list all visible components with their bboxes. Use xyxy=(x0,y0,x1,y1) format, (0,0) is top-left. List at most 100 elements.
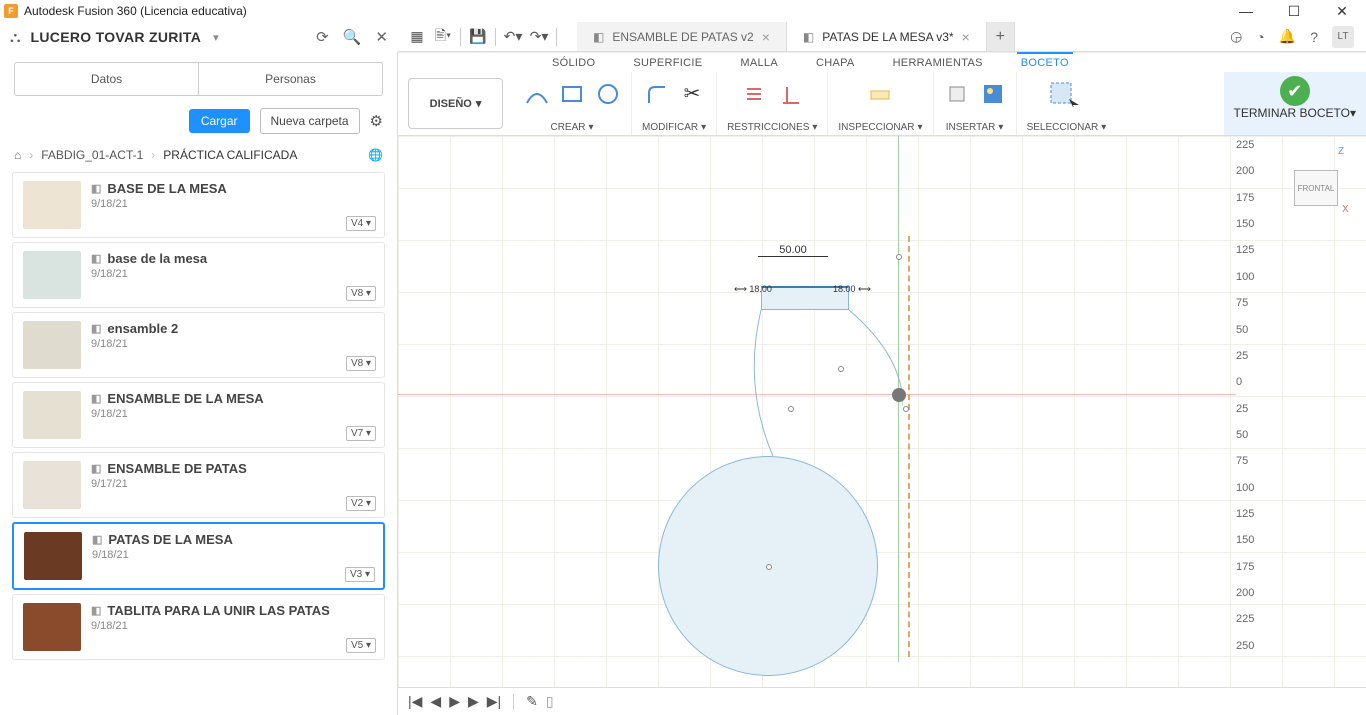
panel-close-icon[interactable]: ✕ xyxy=(375,28,388,46)
selection-tool-icon[interactable] xyxy=(1049,81,1083,107)
dimension-vertical-right[interactable]: 18.00 ⟷ xyxy=(833,284,871,295)
ribbon-tab-mesh[interactable]: MALLA xyxy=(736,54,782,72)
ruler-tick: 250 xyxy=(1236,640,1268,652)
ribbon-tab-sketch[interactable]: BOCETO xyxy=(1017,52,1073,72)
settings-icon[interactable]: ⚙ xyxy=(370,112,383,130)
new-folder-button[interactable]: Nueva carpeta xyxy=(260,108,360,134)
version-badge[interactable]: V7 ▾ xyxy=(346,426,376,441)
timeline-end-icon[interactable]: ▶| xyxy=(487,693,501,710)
horizontal-constraint-icon[interactable] xyxy=(741,81,767,107)
window-titlebar: F Autodesk Fusion 360 (Licencia educativ… xyxy=(0,0,1366,22)
minimize-button[interactable]: — xyxy=(1234,3,1258,20)
ruler-tick: 50 xyxy=(1236,324,1268,336)
grid-menu-icon[interactable]: ▦ xyxy=(406,26,428,48)
timeline-play-icon[interactable]: ▶ xyxy=(449,693,460,710)
group-create-label[interactable]: CREAR▾ xyxy=(550,122,593,133)
tab-people[interactable]: Personas xyxy=(199,63,382,95)
version-badge[interactable]: V2 ▾ xyxy=(346,496,376,511)
home-icon[interactable]: ⌂ xyxy=(14,148,21,162)
refresh-icon[interactable]: ⟳ xyxy=(316,28,329,46)
sketch-point[interactable] xyxy=(896,254,902,260)
sketch-point[interactable] xyxy=(903,406,909,412)
version-badge[interactable]: V8 ▾ xyxy=(346,286,376,301)
ribbon-tab-sheet[interactable]: CHAPA xyxy=(812,54,859,72)
dimension-vertical-left[interactable]: ⟷ 18.00 xyxy=(734,284,772,295)
sketch-point[interactable] xyxy=(766,564,772,570)
line-tool-icon[interactable] xyxy=(523,81,549,107)
fillet-tool-icon[interactable] xyxy=(643,81,669,107)
document-tab-active[interactable]: ◧ PATAS DE LA MESA v3* × xyxy=(787,22,987,51)
file-item[interactable]: ◧PATAS DE LA MESA 9/18/21 V3 ▾ xyxy=(12,522,385,590)
new-tab-button[interactable]: + xyxy=(987,22,1015,51)
timeline-feature-sketch-icon[interactable]: ✎ xyxy=(526,693,538,710)
version-badge[interactable]: V3 ▾ xyxy=(345,567,375,582)
perpendicular-constraint-icon[interactable] xyxy=(777,81,803,107)
ruler-tick: 75 xyxy=(1236,297,1268,309)
file-item[interactable]: ◧TABLITA PARA LA UNIR LAS PATAS 9/18/21 … xyxy=(12,594,385,660)
file-date: 9/18/21 xyxy=(91,268,374,280)
team-icon[interactable]: ⛬ xyxy=(10,29,21,46)
sketch-profile[interactable] xyxy=(743,286,903,456)
timeline-forward-icon[interactable]: ▶ xyxy=(468,693,479,710)
workspace-switcher[interactable]: DISEÑO▾ xyxy=(408,78,503,129)
dimension-horizontal[interactable]: 50.00 xyxy=(758,244,828,265)
trim-tool-icon[interactable]: ✂ xyxy=(679,81,705,107)
origin-marker[interactable] xyxy=(892,388,906,402)
undo-icon[interactable]: ↶▾ xyxy=(502,26,524,48)
file-item[interactable]: ◧ENSAMBLE DE LA MESA 9/18/21 V7 ▾ xyxy=(12,382,385,448)
group-modify-label[interactable]: MODIFICAR▾ xyxy=(642,122,706,133)
document-tab[interactable]: ◧ ENSAMBLE DE PATAS v2 × xyxy=(577,22,787,51)
group-select-label[interactable]: SELECCIONAR▾ xyxy=(1027,122,1107,133)
notifications-icon[interactable]: 🔔 xyxy=(1279,28,1296,45)
tab-close-icon[interactable]: × xyxy=(962,29,970,45)
rectangle-tool-icon[interactable] xyxy=(559,81,585,107)
file-menu-icon[interactable]: 🖹▾ xyxy=(432,26,454,48)
insert-image-icon[interactable] xyxy=(980,81,1006,107)
file-list: ◧BASE DE LA MESA 9/18/21 V4 ▾ ◧base de l… xyxy=(0,168,397,715)
ribbon-tab-solid[interactable]: SÓLIDO xyxy=(548,54,599,72)
user-avatar[interactable]: LT xyxy=(1332,26,1354,48)
breadcrumb-project[interactable]: FABDIG_01-ACT-1 xyxy=(41,148,143,162)
job-status-icon[interactable]: ◔ xyxy=(1256,29,1264,45)
file-item[interactable]: ◧base de la mesa 9/18/21 V8 ▾ xyxy=(12,242,385,308)
ribbon-tab-tools[interactable]: HERRAMIENTAS xyxy=(889,54,987,72)
version-badge[interactable]: V8 ▾ xyxy=(346,356,376,371)
version-badge[interactable]: V5 ▾ xyxy=(346,638,376,653)
ribbon-tab-surface[interactable]: SUPERFICIE xyxy=(629,54,706,72)
file-item[interactable]: ◧ensamble 2 9/18/21 V8 ▾ xyxy=(12,312,385,378)
tab-data[interactable]: Datos xyxy=(15,63,199,95)
upload-button[interactable]: Cargar xyxy=(189,109,250,133)
app-icon: F xyxy=(4,4,18,18)
timeline-back-icon[interactable]: ◀ xyxy=(430,693,441,710)
group-constraints-label[interactable]: RESTRICCIONES▾ xyxy=(727,122,817,133)
tab-close-icon[interactable]: × xyxy=(762,29,770,45)
finish-sketch-button[interactable]: ✔ TERMINAR BOCETO▾ xyxy=(1224,72,1366,135)
circle-tool-icon[interactable] xyxy=(595,81,621,107)
save-icon[interactable]: 💾 xyxy=(467,26,489,48)
search-icon[interactable]: 🔍 xyxy=(343,28,362,46)
maximize-button[interactable]: ☐ xyxy=(1282,3,1306,20)
viewcube-face[interactable]: FRONTAL xyxy=(1294,170,1338,206)
file-name: ◧PATAS DE LA MESA xyxy=(92,532,373,547)
canvas[interactable]: 50.00 ⟷ 18.00 18.00 ⟷ 225200175150125100… xyxy=(398,136,1366,687)
view-cube[interactable]: Z FRONTAL X xyxy=(1288,160,1350,216)
file-item[interactable]: ◧ENSAMBLE DE PATAS 9/17/21 V2 ▾ xyxy=(12,452,385,518)
cube-icon: ◧ xyxy=(91,392,101,405)
timeline-marker-icon[interactable]: ▯ xyxy=(546,693,554,710)
group-inspect-label[interactable]: INSPECCIONAR▾ xyxy=(838,122,922,133)
cube-icon: ◧ xyxy=(91,252,101,265)
team-name[interactable]: LUCERO TOVAR ZURITA xyxy=(31,29,202,45)
redo-icon[interactable]: ↷▾ xyxy=(528,26,550,48)
ruler-tick: 125 xyxy=(1236,244,1268,256)
extensions-icon[interactable]: ◶ xyxy=(1230,28,1242,45)
close-button[interactable]: ✕ xyxy=(1330,3,1354,20)
file-item[interactable]: ◧BASE DE LA MESA 9/18/21 V4 ▾ xyxy=(12,172,385,238)
insert-derive-icon[interactable] xyxy=(944,81,970,107)
timeline-start-icon[interactable]: |◀ xyxy=(408,693,422,710)
version-badge[interactable]: V4 ▾ xyxy=(346,216,376,231)
measure-tool-icon[interactable] xyxy=(867,81,893,107)
chevron-down-icon[interactable]: ▾ xyxy=(213,31,219,44)
group-insert-label[interactable]: INSERTAR▾ xyxy=(946,122,1004,133)
web-link-icon[interactable]: 🌐 xyxy=(368,148,383,162)
help-icon[interactable]: ? xyxy=(1310,29,1318,45)
